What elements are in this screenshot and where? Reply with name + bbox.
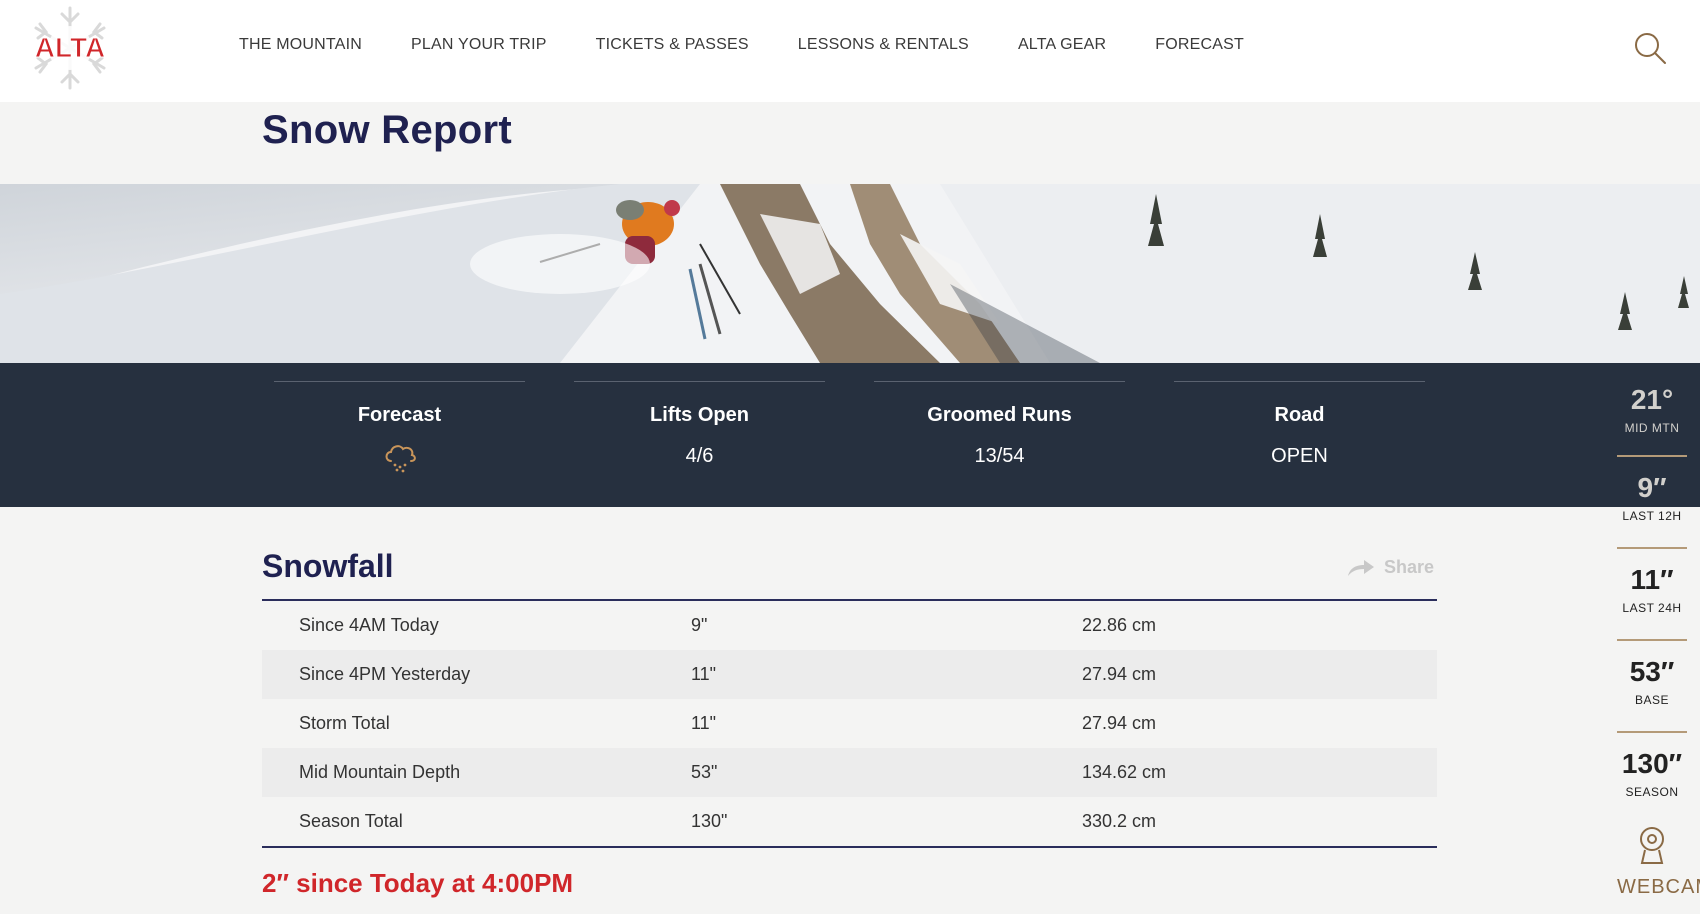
stat-groomed-runs-label: Groomed Runs (927, 404, 1072, 426)
table-row: Since 4AM Today 9" 22.86 cm (262, 601, 1437, 650)
snow-cloud-icon (274, 439, 525, 480)
stat-groomed-runs[interactable]: Groomed Runs 13/54 (874, 381, 1125, 492)
rail-base-label: BASE (1634, 693, 1669, 707)
stat-road-value: OPEN (1271, 445, 1328, 467)
share-arrow-icon (1348, 559, 1374, 576)
stat-forecast-label: Forecast (357, 404, 442, 426)
row-cm: 22.86 cm (1082, 615, 1157, 635)
rail-last-12h-value: 9″ (1637, 472, 1667, 503)
rail-mid-mtn[interactable]: 21° MID MTN (1617, 384, 1687, 436)
search-button[interactable] (1632, 30, 1668, 66)
row-label: Season Total (299, 811, 403, 831)
stat-lifts-open-label: Lifts Open (650, 404, 749, 426)
rail-divider (1617, 731, 1687, 733)
snowflake-logo-icon: ALTA (34, 6, 106, 90)
nav-item-the-mountain[interactable]: THE MOUNTAIN (239, 36, 362, 54)
rail-last-12h-label: LAST 12H (1622, 509, 1682, 523)
rail-mid-mtn-label: MID MTN (1624, 421, 1680, 435)
row-label: Since 4AM Today (299, 615, 439, 635)
webcam-label: WEBCAM (1617, 876, 1700, 898)
row-label: Since 4PM Yesterday (299, 664, 471, 684)
rail-divider (1617, 455, 1687, 457)
webcam-link[interactable]: WEBCAM (1617, 823, 1700, 899)
stat-road[interactable]: Road OPEN (1174, 381, 1425, 492)
logo-text: ALTA (35, 32, 106, 63)
hero-image (0, 184, 1700, 363)
rail-season-label: SEASON (1625, 785, 1679, 799)
share-button[interactable]: Share (1346, 557, 1434, 578)
rail-season[interactable]: 130″ SEASON (1617, 748, 1687, 800)
rail-last-12h[interactable]: 9″ LAST 12H (1617, 472, 1687, 524)
rail-divider (1617, 639, 1687, 641)
row-cm: 134.62 cm (1082, 762, 1167, 782)
stat-lifts-open[interactable]: Lifts Open 4/6 (574, 381, 825, 492)
nav-item-tickets-passes[interactable]: TICKETS & PASSES (596, 36, 749, 54)
nav-item-lessons-rentals[interactable]: LESSONS & RENTALS (798, 36, 969, 54)
stat-road-label: Road (1274, 404, 1325, 426)
stat-lifts-open-value: 4/6 (685, 445, 714, 467)
rail-last-24h-value: 11″ (1630, 564, 1674, 595)
rail-season-value: 130″ (1621, 748, 1683, 779)
rail-divider (1617, 547, 1687, 549)
site-header: ALTA THE MOUNTAIN PLAN YOUR TRIP TICKETS… (0, 0, 1700, 102)
table-row: Storm Total 11" 27.94 cm (262, 699, 1437, 748)
table-row: Since 4PM Yesterday 11" 27.94 cm (262, 650, 1437, 699)
row-label: Storm Total (299, 713, 390, 733)
conditions-bar: Forecast Lifts Open 4/6 Groomed Runs 13/… (0, 363, 1700, 507)
stat-groomed-runs-value: 13/54 (974, 445, 1025, 467)
share-label: Share (1384, 557, 1435, 577)
row-cm: 330.2 cm (1082, 811, 1157, 831)
row-cm: 27.94 cm (1082, 713, 1157, 733)
snowfall-heading: Snowfall (262, 548, 394, 584)
rail-last-24h-label: LAST 24H (1622, 601, 1682, 615)
skier-photo (0, 184, 1700, 363)
nav-item-forecast[interactable]: FORECAST (1155, 36, 1244, 54)
rail-last-24h[interactable]: 11″ LAST 24H (1617, 564, 1687, 616)
row-inches: 53" (691, 762, 718, 782)
row-label: Mid Mountain Depth (299, 762, 461, 782)
row-inches: 11" (691, 713, 717, 733)
search-icon (1635, 33, 1666, 64)
page-title: Snow Report (262, 108, 512, 152)
rail-mid-mtn-value: 21° (1630, 384, 1674, 415)
table-row: Season Total 130" 330.2 cm (262, 797, 1437, 846)
row-inches: 9" (691, 615, 708, 635)
row-inches: 130" (691, 811, 728, 831)
nav-item-plan-your-trip[interactable]: PLAN YOUR TRIP (411, 36, 547, 54)
new-snow-notice: 2″ since Today at 4:00PM (262, 868, 574, 898)
main-nav: THE MOUNTAIN PLAN YOUR TRIP TICKETS & PA… (239, 36, 1293, 54)
nav-item-alta-gear[interactable]: ALTA GEAR (1018, 36, 1106, 54)
row-cm: 27.94 cm (1082, 664, 1157, 684)
snowfall-table: Since 4AM Today 9" 22.86 cm Since 4PM Ye… (262, 599, 1437, 848)
alta-logo[interactable]: ALTA (16, 2, 124, 94)
table-row: Mid Mountain Depth 53" 134.62 cm (262, 748, 1437, 797)
row-inches: 11" (691, 664, 717, 684)
rail-base-value: 53″ (1629, 656, 1675, 687)
webcam-icon (1640, 827, 1664, 864)
rail-base[interactable]: 53″ BASE (1617, 656, 1687, 708)
stat-forecast[interactable]: Forecast (274, 381, 525, 492)
